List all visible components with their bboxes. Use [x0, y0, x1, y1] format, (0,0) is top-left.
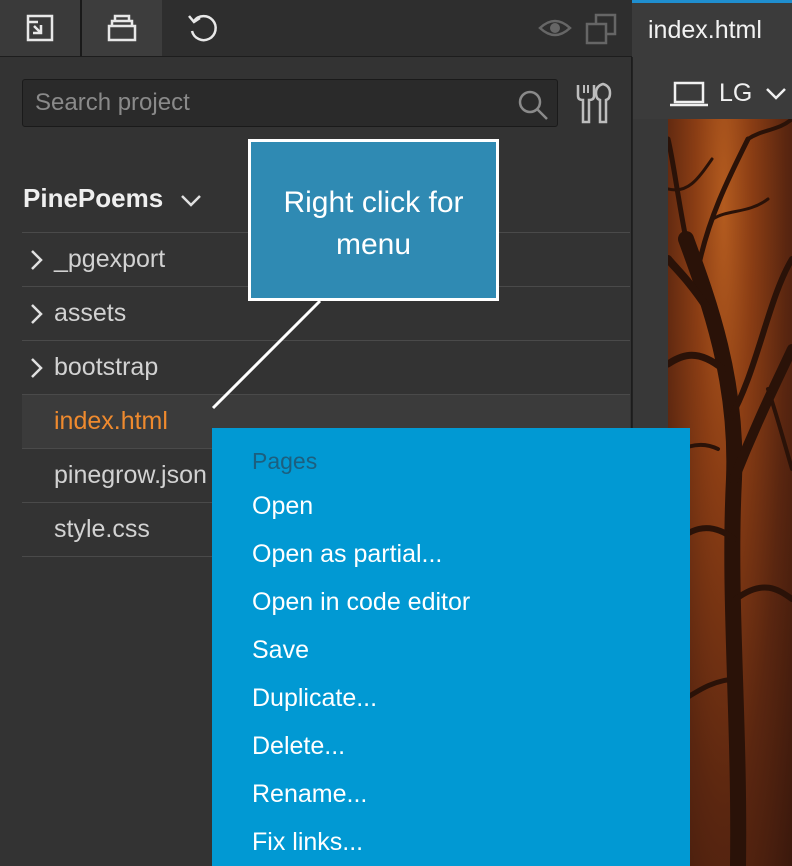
search-input[interactable]: [23, 80, 511, 126]
search-icon[interactable]: [517, 90, 549, 120]
callout-text: Right click for menu: [283, 186, 464, 261]
undo-button[interactable]: [162, 0, 244, 56]
project-name[interactable]: PinePoems: [23, 183, 163, 214]
tree-item-label: pinegrow.json: [54, 461, 207, 489]
tree-item-label: index.html: [54, 407, 168, 435]
menu-item-open[interactable]: Open: [252, 492, 313, 521]
tab-label: index.html: [648, 16, 762, 44]
chevron-right-icon[interactable]: [30, 303, 44, 325]
tab-index-html[interactable]: index.html: [632, 0, 792, 57]
menu-item-open-as-partial[interactable]: Open as partial...: [252, 540, 442, 569]
callout-tooltip: Right click for menu: [248, 139, 499, 301]
context-menu: Pages Open Open as partial... Open in co…: [212, 428, 690, 866]
device-selector[interactable]: LG: [632, 57, 792, 119]
menu-item-fix-links[interactable]: Fix links...: [252, 828, 363, 857]
chevron-right-icon[interactable]: [30, 249, 44, 271]
windows-icon[interactable]: [584, 12, 618, 51]
tree-item-label: assets: [54, 299, 127, 327]
export-icon: [26, 14, 54, 42]
tree-item-label: style.css: [54, 515, 150, 543]
project-icon: [107, 14, 137, 42]
menu-item-rename[interactable]: Rename...: [252, 780, 367, 809]
menu-item-save[interactable]: Save: [252, 636, 309, 665]
tools-icon[interactable]: [574, 82, 614, 124]
tree-item-folder[interactable]: bootstrap: [22, 340, 630, 394]
eye-icon[interactable]: [538, 14, 572, 47]
menu-item-delete[interactable]: Delete...: [252, 732, 345, 761]
laptop-icon: [670, 81, 708, 107]
chevron-right-icon[interactable]: [30, 357, 44, 379]
tree-item-label: bootstrap: [54, 353, 159, 381]
project-button[interactable]: [82, 0, 162, 56]
tree-item-label: _pgexport: [54, 245, 166, 273]
undo-icon: [188, 14, 217, 42]
chevron-down-icon[interactable]: [180, 194, 202, 208]
menu-section-header: Pages: [252, 448, 318, 474]
device-label: LG: [719, 79, 753, 107]
search-box: [22, 79, 558, 127]
menu-item-duplicate[interactable]: Duplicate...: [252, 684, 377, 713]
export-button[interactable]: [0, 0, 82, 56]
menu-item-open-in-code-editor[interactable]: Open in code editor: [252, 588, 470, 617]
chevron-down-icon: [766, 88, 786, 100]
top-toolbar: [0, 0, 632, 57]
